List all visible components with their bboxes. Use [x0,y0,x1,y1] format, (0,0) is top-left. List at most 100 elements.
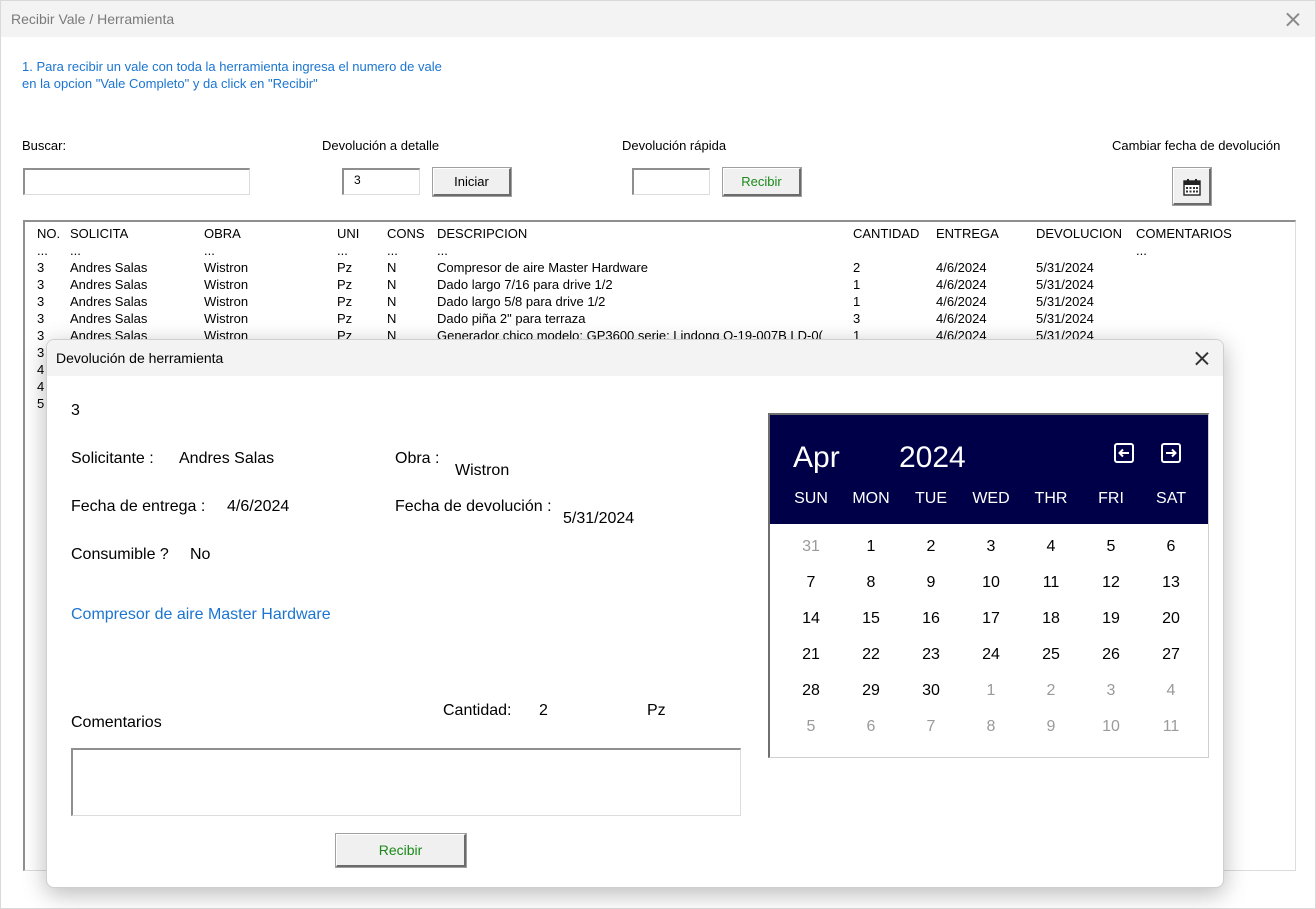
vale-number: 3 [71,402,80,419]
table-cell: Pz [337,260,353,275]
calendar-day[interactable]: 7 [781,565,841,601]
calendar-day[interactable]: 7 [901,709,961,745]
list-cell: ... [437,243,448,258]
list-header-row: NO. SOLICITA OBRA UNI CONS DESCRIPCION C… [25,226,1295,243]
list-cell: ... [387,243,398,258]
table-cell: 4/6/2024 [936,260,987,275]
comentarios-label: Comentarios [71,714,162,731]
calendar-day[interactable]: 24 [961,637,1021,673]
main-close-icon[interactable] [1283,9,1303,29]
search-input[interactable] [23,168,250,195]
calendar-day[interactable]: 4 [1021,529,1081,565]
calendar-day[interactable]: 3 [1081,673,1141,709]
calendar-day[interactable]: 2 [1021,673,1081,709]
calendar-day[interactable]: 30 [901,673,961,709]
calendar-weekday-label: SAT [1156,490,1186,507]
calendar-day[interactable]: 11 [1141,709,1201,745]
table-cell: N [387,277,397,292]
calendar-day[interactable]: 19 [1081,601,1141,637]
instruction-line-2: en la opcion "Vale Completo" y da click … [22,76,318,91]
calendar-day[interactable]: 21 [781,637,841,673]
calendar-day[interactable]: 10 [1081,709,1141,745]
list-header: DEVOLUCION [1036,226,1122,241]
change-date-button[interactable] [1172,167,1212,206]
calendar-day[interactable]: 29 [841,673,901,709]
quick-return-input[interactable] [632,168,710,195]
fecha-devolucion-label: Fecha de devolución : [395,498,552,515]
calendar-day[interactable]: 18 [1021,601,1081,637]
calendar-day[interactable]: 20 [1141,601,1201,637]
detail-return-input[interactable]: 3 [342,168,420,195]
calendar-day[interactable]: 9 [1021,709,1081,745]
calendar-day[interactable]: 12 [1081,565,1141,601]
calendar-day[interactable]: 31 [781,529,841,565]
calendar-day[interactable]: 14 [781,601,841,637]
table-row[interactable]: 3 Andres Salas Wistron Pz N Dado largo 7/16 p… [25,277,1295,294]
return-dialog: Devolución de herramienta 3 Solicitante … [46,339,1224,888]
dialog-recibir-button[interactable]: Recibir [335,833,467,868]
table-cell: 5/31/2024 [1036,294,1094,309]
calendar-day[interactable]: 8 [961,709,1021,745]
calendar-day[interactable]: 28 [781,673,841,709]
dialog-close-icon[interactable] [1192,348,1212,368]
table-cell: Dado largo 7/16 para drive 1/2 [437,277,613,292]
list-header: CONS [387,226,425,241]
calendar-day[interactable]: 16 [901,601,961,637]
table-cell: N [387,311,397,326]
calendar-header: Apr 2024 SUN MON TUE WED THR FRI SAT [770,415,1208,524]
list-header: SOLICITA [70,226,129,241]
calendar-day[interactable]: 22 [841,637,901,673]
table-cell: Dado largo 5/8 para drive 1/2 [437,294,606,309]
calendar-next-button[interactable] [1161,443,1181,463]
calendar-day[interactable]: 26 [1081,637,1141,673]
calendar-weekday-label: TUE [915,490,947,507]
table-cell: Dado piña 2" para terraza [437,311,586,326]
list-header: CANTIDAD [853,226,920,241]
calendar: Apr 2024 SUN MON TUE WED THR FRI SAT 31 1 2 3 4 5 6 7… [768,413,1209,758]
detail-return-label: Devolución a detalle [322,138,440,153]
calendar-day[interactable]: 4 [1141,673,1201,709]
calendar-day[interactable]: 23 [901,637,961,673]
calendar-day[interactable]: 1 [841,529,901,565]
calendar-day[interactable]: 10 [961,565,1021,601]
table-cell: 5/31/2024 [1036,311,1094,326]
calendar-day[interactable]: 15 [841,601,901,637]
cantidad-label: Cantidad: [443,702,512,719]
calendar-day[interactable]: 2 [901,529,961,565]
calendar-day[interactable]: 8 [841,565,901,601]
table-cell: Pz [337,294,353,309]
calendar-weekday-label: WED [972,490,1010,507]
unidad-value: Pz [647,702,666,719]
iniciar-button[interactable]: Iniciar [432,167,512,197]
table-cell: N [387,294,397,309]
calendar-day[interactable]: 6 [1141,529,1201,565]
calendar-day[interactable]: 13 [1141,565,1201,601]
calendar-prev-button[interactable] [1114,443,1134,463]
calendar-day[interactable]: 5 [781,709,841,745]
calendar-day[interactable]: 27 [1141,637,1201,673]
list-header: UNI [337,226,360,241]
calendar-weekday-label: THR [1034,490,1068,507]
dialog-titlebar: Devolución de herramienta [47,340,1223,376]
calendar-weekday-label: MON [852,490,890,507]
change-date-label: Cambiar fecha de devolución [1112,138,1281,153]
quick-recibir-button[interactable]: Recibir [722,167,802,197]
table-cell: Andres Salas [70,311,148,326]
table-cell: 3 [853,311,861,326]
table-row[interactable]: 3 Andres Salas Wistron Pz N Dado piña 2" para… [25,311,1295,328]
calendar-day[interactable]: 9 [901,565,961,601]
comentarios-input[interactable] [71,748,741,816]
calendar-day[interactable]: 25 [1021,637,1081,673]
calendar-day[interactable]: 11 [1021,565,1081,601]
table-row[interactable]: 3 Andres Salas Wistron Pz N Compresor de aire… [25,260,1295,277]
table-row[interactable]: 3 Andres Salas Wistron Pz N Dado largo 5/8 pa… [25,294,1295,311]
calendar-day[interactable]: 1 [961,673,1021,709]
table-cell: Wistron [204,311,249,326]
list-cell: ... [70,243,81,258]
tool-description: Compresor de aire Master Hardware [71,606,331,623]
table-cell: 3 [37,277,45,292]
calendar-day[interactable]: 5 [1081,529,1141,565]
calendar-day[interactable]: 3 [961,529,1021,565]
calendar-day[interactable]: 6 [841,709,901,745]
calendar-day[interactable]: 17 [961,601,1021,637]
